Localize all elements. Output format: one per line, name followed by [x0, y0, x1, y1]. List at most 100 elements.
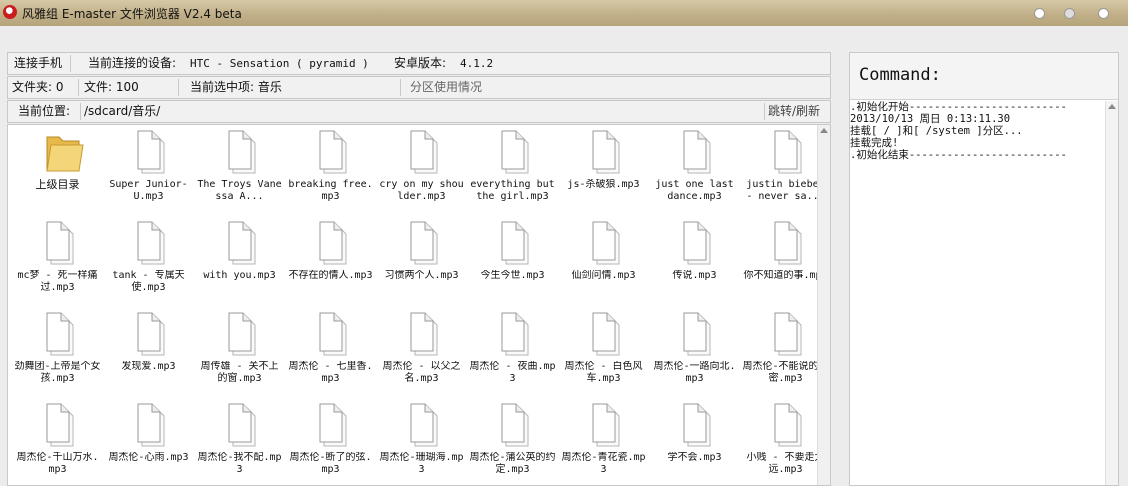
file-item[interactable]: js-杀破狼.mp3	[558, 127, 649, 218]
scroll-up-icon[interactable]	[820, 128, 828, 133]
file-item[interactable]: 周杰伦 - 以父之名.mp3	[376, 309, 467, 400]
file-icon	[771, 220, 807, 266]
file-icon	[225, 220, 261, 266]
file-icon	[134, 220, 170, 266]
command-scrollbar[interactable]	[1105, 101, 1118, 485]
jump-refresh-button[interactable]: 跳转/刷新	[768, 101, 820, 122]
command-header: Command:	[850, 53, 1118, 100]
file-icon	[407, 402, 443, 448]
file-icon	[134, 311, 170, 357]
file-icon	[589, 129, 625, 175]
file-icon	[498, 402, 534, 448]
file-item[interactable]: 劲舞团-上帝是个女孩.mp3	[12, 309, 103, 400]
file-item[interactable]: 周杰伦-我不配.mp3	[194, 400, 285, 485]
file-icon	[134, 129, 170, 175]
file-item[interactable]: 习惯两个人.mp3	[376, 218, 467, 309]
file-label: 周杰伦-珊瑚海.mp3	[379, 452, 464, 475]
file-icon	[225, 402, 261, 448]
file-icon	[589, 311, 625, 357]
file-item[interactable]: cry on my shoulder.mp3	[376, 127, 467, 218]
file-icon	[43, 311, 79, 357]
file-label: 周杰伦 - 以父之名.mp3	[382, 361, 461, 384]
file-label: tank - 专属天使.mp3	[112, 270, 185, 293]
file-item[interactable]: 学不会.mp3	[649, 400, 740, 485]
file-item[interactable]: tank - 专属天使.mp3	[103, 218, 194, 309]
file-item[interactable]: 周杰伦-一路向北.mp3	[649, 309, 740, 400]
file-item[interactable]: breaking free.mp3	[285, 127, 376, 218]
file-label: 周杰伦-一路向北.mp3	[653, 361, 736, 384]
file-label: 仙剑问情.mp3	[571, 270, 636, 281]
title-bar: 风雅组 E-master 文件浏览器 V2.4 beta	[0, 0, 1128, 26]
file-label: with you.mp3	[203, 270, 276, 281]
maximize-button[interactable]	[1064, 8, 1075, 19]
file-browser-panel: 上级目录 Super Junior-U.mp3 The Troys Vanessa …	[7, 124, 831, 486]
file-icon	[680, 311, 716, 357]
status-row: 文件夹: 0 文件: 100 当前选中项: 音乐 分区使用情况	[7, 76, 831, 99]
file-label: 周杰伦 - 七里香.mp3	[288, 361, 373, 384]
path-input[interactable]: /sdcard/音乐/	[84, 101, 160, 122]
file-icon	[771, 311, 807, 357]
file-icon	[407, 311, 443, 357]
android-version-label: 安卓版本:	[394, 56, 447, 70]
file-icon	[498, 220, 534, 266]
folder-count: 文件夹: 0	[12, 80, 64, 94]
file-item[interactable]: 今生今世.mp3	[467, 218, 558, 309]
file-item[interactable]: 周杰伦 - 七里香.mp3	[285, 309, 376, 400]
file-icon	[43, 220, 79, 266]
file-icon	[316, 402, 352, 448]
command-panel: Command: .初始化开始-------------------------…	[849, 52, 1119, 486]
file-icon	[43, 402, 79, 448]
file-label: js-杀破狼.mp3	[567, 179, 640, 190]
file-label: 传说.mp3	[672, 270, 717, 281]
file-label: 学不会.mp3	[667, 452, 722, 463]
file-item[interactable]: 周杰伦 - 夜曲.mp3	[467, 309, 558, 400]
file-item[interactable]: 周杰伦-蒲公英的约定.mp3	[467, 400, 558, 485]
file-label: 不存在的情人.mp3	[288, 270, 373, 281]
file-label: cry on my shoulder.mp3	[379, 179, 464, 202]
file-label: 周杰伦-断了的弦.mp3	[289, 452, 372, 475]
file-item[interactable]: 周杰伦-千山万水.mp3	[12, 400, 103, 485]
log-line: .初始化开始-------------------------	[850, 101, 1067, 113]
log-line: 挂载完成!	[850, 137, 899, 149]
close-button[interactable]	[1098, 8, 1109, 19]
file-item[interactable]: with you.mp3	[194, 218, 285, 309]
file-item[interactable]: Super Junior-U.mp3	[103, 127, 194, 218]
scroll-up-icon[interactable]	[1108, 104, 1116, 109]
file-label: 发现爱.mp3	[121, 361, 176, 372]
file-icon	[498, 129, 534, 175]
minimize-button[interactable]	[1034, 8, 1045, 19]
file-item[interactable]: 不存在的情人.mp3	[285, 218, 376, 309]
file-item[interactable]: mc梦 - 死一样痛过.mp3	[12, 218, 103, 309]
file-item[interactable]: 周杰伦-青花瓷.mp3	[558, 400, 649, 485]
folder-icon	[43, 129, 84, 175]
file-item[interactable]: The Troys Vanessa A...	[194, 127, 285, 218]
selected-item: 当前选中项: 音乐	[190, 80, 282, 94]
file-item[interactable]: 仙剑问情.mp3	[558, 218, 649, 309]
file-item[interactable]: 传说.mp3	[649, 218, 740, 309]
path-row: 当前位置: /sdcard/音乐/ 跳转/刷新	[7, 100, 831, 123]
file-item[interactable]: 周杰伦 - 白色风车.mp3	[558, 309, 649, 400]
file-item[interactable]: 周杰伦-心雨.mp3	[103, 400, 194, 485]
connect-phone-button[interactable]: 连接手机	[14, 53, 62, 74]
partition-usage-button[interactable]: 分区使用情况	[410, 77, 482, 98]
file-label: 周杰伦-不能说的秘密.mp3	[742, 361, 829, 384]
file-label: justin bieber - never sa...	[746, 179, 825, 202]
file-item[interactable]: 发现爱.mp3	[103, 309, 194, 400]
file-label: Super Junior-U.mp3	[109, 179, 188, 202]
file-icon	[407, 220, 443, 266]
file-item[interactable]: 周传雄 - 关不上的窗.mp3	[194, 309, 285, 400]
window-title: 风雅组 E-master 文件浏览器 V2.4 beta	[22, 7, 242, 21]
file-icon	[589, 220, 625, 266]
device-label: 当前连接的设备:	[88, 56, 177, 70]
file-item[interactable]: 周杰伦-断了的弦.mp3	[285, 400, 376, 485]
file-scrollbar[interactable]	[817, 125, 830, 485]
log-line: 挂载[ / ]和[ /system ]分区...	[850, 125, 1023, 137]
file-item[interactable]: just one last dance.mp3	[649, 127, 740, 218]
file-item[interactable]: everything but the girl.mp3	[467, 127, 558, 218]
file-icon	[771, 129, 807, 175]
file-label: 你不知道的事.mp3	[743, 270, 828, 281]
path-label: 当前位置:	[18, 104, 71, 118]
file-label: 周传雄 - 关不上的窗.mp3	[200, 361, 279, 384]
file-item[interactable]: 周杰伦-珊瑚海.mp3	[376, 400, 467, 485]
parent-folder-item[interactable]: 上级目录	[12, 127, 103, 218]
